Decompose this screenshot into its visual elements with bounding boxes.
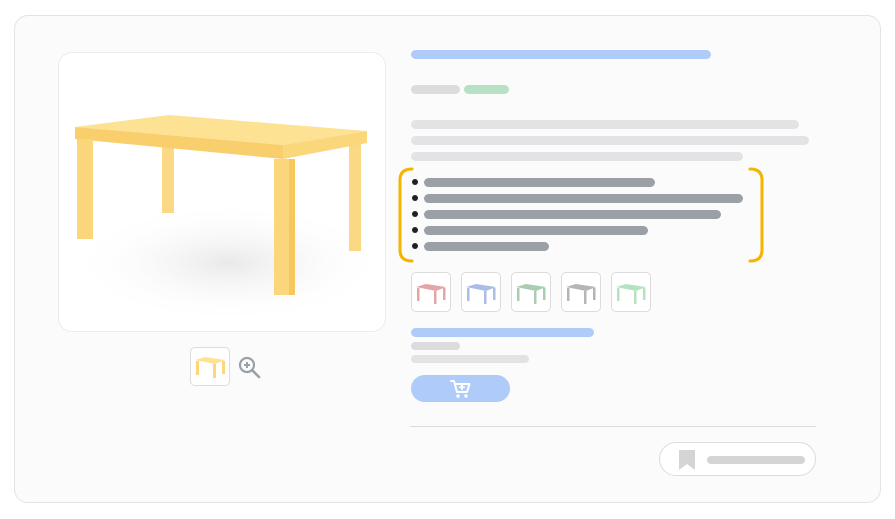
bullet-icon	[412, 243, 418, 249]
thumbnail-button[interactable]	[190, 347, 230, 386]
status-badge	[464, 85, 509, 94]
zoom-in-icon[interactable]	[236, 354, 262, 380]
variant-swatch-blue[interactable]	[461, 272, 501, 312]
table-icon	[616, 284, 646, 304]
save-button[interactable]	[659, 442, 816, 476]
product-image[interactable]	[58, 52, 386, 332]
feature-line	[424, 178, 655, 187]
table-icon	[566, 284, 596, 304]
feature-line	[424, 210, 721, 219]
description-line	[411, 136, 809, 145]
add-to-cart-button[interactable]	[411, 375, 510, 402]
table-icon	[466, 284, 496, 304]
description-line	[411, 120, 799, 129]
bullet-icon	[412, 179, 418, 185]
variant-swatch-light-green[interactable]	[611, 272, 651, 312]
bullet-icon	[412, 227, 418, 233]
save-label-placeholder	[707, 456, 805, 464]
variant-swatch-red[interactable]	[411, 272, 451, 312]
availability-placeholder	[411, 355, 529, 363]
table-illustration	[69, 115, 385, 323]
highlight-bracket-right	[748, 167, 764, 263]
description-line	[411, 152, 743, 161]
price-placeholder	[411, 328, 594, 337]
table-icon	[416, 284, 446, 304]
product-title	[411, 50, 711, 59]
shipping-placeholder	[411, 342, 460, 350]
divider	[410, 426, 816, 427]
feature-line	[424, 226, 648, 235]
rating-placeholder	[411, 85, 460, 94]
bookmark-icon	[679, 450, 695, 470]
table-icon	[516, 284, 546, 304]
table-icon	[195, 357, 225, 378]
bullet-icon	[412, 195, 418, 201]
feature-line	[424, 242, 549, 251]
variant-swatch-gray[interactable]	[561, 272, 601, 312]
feature-line	[424, 194, 743, 203]
bullet-icon	[412, 211, 418, 217]
variant-swatch-green[interactable]	[511, 272, 551, 312]
shopping-cart-icon	[449, 379, 470, 398]
